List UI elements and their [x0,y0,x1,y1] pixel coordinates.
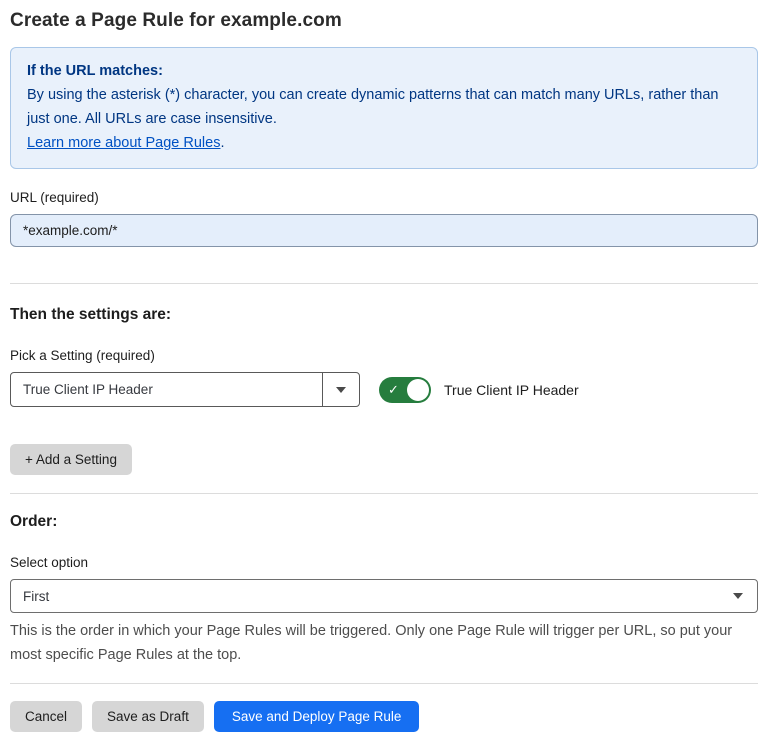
settings-section-heading: Then the settings are: [10,306,758,324]
check-icon: ✓ [388,383,399,396]
chevron-down-icon [733,593,743,599]
create-page-rule-page: Create a Page Rule for example.com If th… [0,0,769,732]
setting-select-arrow-button[interactable] [322,373,359,406]
chevron-down-icon [336,387,346,393]
cancel-button[interactable]: Cancel [10,701,82,732]
order-help-text: This is the order in which your Page Rul… [10,619,755,667]
setting-select[interactable]: True Client IP Header [10,372,360,407]
link-suffix: . [220,135,224,151]
toggle-label: True Client IP Header [444,382,579,398]
order-select[interactable]: First [10,579,758,613]
setting-picker-label: Pick a Setting (required) [10,348,758,363]
save-deploy-button[interactable]: Save and Deploy Page Rule [214,701,420,732]
footer-actions: Cancel Save as Draft Save and Deploy Pag… [10,701,758,732]
section-divider [10,283,758,284]
toggle-knob [407,379,429,401]
url-field-label: URL (required) [10,190,758,205]
order-select-value: First [23,589,733,604]
learn-more-link[interactable]: Learn more about Page Rules [27,135,220,151]
info-box-heading: If the URL matches: [27,59,741,83]
footer-divider [10,683,758,684]
order-select-label: Select option [10,555,758,570]
order-section-heading: Order: [10,513,758,531]
setting-select-value: True Client IP Header [11,373,322,406]
url-match-info-box: If the URL matches: By using the asteris… [10,47,758,169]
save-draft-button[interactable]: Save as Draft [92,701,204,732]
add-setting-button[interactable]: + Add a Setting [10,444,132,475]
setting-row: True Client IP Header ✓ True Client IP H… [10,372,758,407]
section-divider [10,493,758,494]
info-box-link-line: Learn more about Page Rules. [27,131,741,155]
info-box-body: By using the asterisk (*) character, you… [27,83,741,131]
url-input[interactable] [10,214,758,247]
true-client-ip-toggle[interactable]: ✓ [379,377,431,403]
page-title: Create a Page Rule for example.com [10,10,758,32]
